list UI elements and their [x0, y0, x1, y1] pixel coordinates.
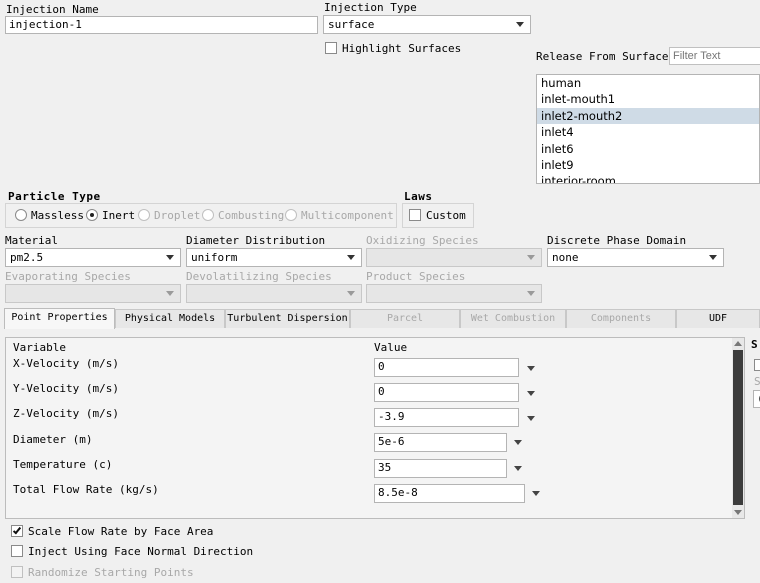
- radio-droplet[interactable]: [138, 209, 150, 221]
- filter-text-input[interactable]: [669, 47, 760, 65]
- highlight-surfaces-checkbox[interactable]: [325, 42, 337, 54]
- temperature-input[interactable]: 35: [374, 459, 507, 478]
- chevron-down-icon: [527, 255, 535, 260]
- injection-type-dropdown[interactable]: surface: [323, 15, 531, 34]
- diameter-input[interactable]: 5e-6: [374, 433, 507, 452]
- tab-physical-models[interactable]: Physical Models: [115, 309, 225, 328]
- value-header: Value: [374, 341, 408, 354]
- y-velocity-input[interactable]: 0: [374, 383, 519, 402]
- radio-massless[interactable]: [15, 209, 27, 221]
- list-item[interactable]: inlet6: [537, 141, 759, 157]
- radio-inert-label: Inert: [102, 209, 136, 222]
- highlight-surfaces-label: Highlight Surfaces: [342, 42, 462, 55]
- randomize-starting-label: Randomize Starting Points: [28, 566, 194, 579]
- injection-name-label: Injection Name: [6, 3, 99, 16]
- evaporating-species-label: Evaporating Species: [5, 270, 131, 283]
- product-species-dropdown[interactable]: [366, 284, 542, 303]
- inject-face-normal-label: Inject Using Face Normal Direction: [28, 545, 254, 558]
- tab-parcel[interactable]: Parcel: [350, 309, 460, 328]
- discrete-phase-domain-value: none: [552, 251, 579, 264]
- discrete-phase-domain-dropdown[interactable]: none: [547, 248, 724, 267]
- panel-scrollbar[interactable]: [732, 338, 744, 518]
- tab-components[interactable]: Components: [566, 309, 676, 328]
- list-item[interactable]: inlet-mouth1: [537, 91, 759, 107]
- injection-name-input[interactable]: injection-1: [5, 16, 318, 34]
- injection-type-value: surface: [328, 18, 375, 31]
- scale-flow-rate-label: Scale Flow Rate by Face Area: [28, 525, 214, 538]
- chevron-down-icon: [166, 255, 174, 260]
- list-item[interactable]: interior-room: [537, 173, 759, 183]
- parameter-dropdown-icon[interactable]: [527, 416, 535, 421]
- chevron-down-icon: [347, 291, 355, 296]
- product-species-label: Product Species: [366, 270, 466, 283]
- inject-face-normal-checkbox[interactable]: [11, 545, 23, 557]
- parameter-dropdown-icon[interactable]: [514, 440, 522, 445]
- radio-multicomponent[interactable]: [285, 209, 297, 221]
- chevron-down-icon: [166, 291, 174, 296]
- total-flow-rate-input[interactable]: 8.5e-8: [374, 484, 525, 503]
- radio-droplet-label: Droplet: [154, 209, 201, 222]
- custom-laws-label: Custom: [426, 209, 466, 222]
- tab-point-properties[interactable]: Point Properties: [4, 308, 115, 329]
- check-icon: [12, 525, 22, 535]
- side-panel-sublabel: S: [754, 375, 760, 388]
- randomize-starting-checkbox[interactable]: [11, 566, 23, 578]
- devolatilizing-species-dropdown[interactable]: [186, 284, 362, 303]
- diameter-distribution-dropdown[interactable]: uniform: [186, 248, 362, 267]
- list-item[interactable]: inlet9: [537, 157, 759, 173]
- material-label: Material: [5, 234, 58, 247]
- radio-massless-label: Massless: [31, 209, 84, 222]
- variable-header: Variable: [13, 341, 66, 354]
- row-label-diameter: Diameter (m): [13, 433, 93, 446]
- row-label-x-velocity: X-Velocity (m/s): [13, 357, 119, 370]
- material-value: pm2.5: [10, 251, 44, 264]
- material-dropdown[interactable]: pm2.5: [5, 248, 181, 267]
- chevron-down-icon: [516, 22, 524, 27]
- side-panel-input[interactable]: (: [753, 390, 760, 408]
- radio-inert[interactable]: [86, 209, 98, 221]
- injection-type-label: Injection Type: [324, 1, 417, 14]
- discrete-phase-domain-label: Discrete Phase Domain: [547, 234, 687, 247]
- diameter-distribution-label: Diameter Distribution: [186, 234, 326, 247]
- tab-udf[interactable]: UDF: [676, 309, 760, 328]
- tab-wet-combustion[interactable]: Wet Combustion: [460, 309, 566, 328]
- diameter-distribution-value: uniform: [191, 251, 238, 264]
- row-label-temperature: Temperature (c): [13, 458, 113, 471]
- chevron-down-icon: [709, 255, 717, 260]
- parameter-dropdown-icon[interactable]: [532, 491, 540, 496]
- scroll-down-icon[interactable]: [734, 510, 742, 515]
- evaporating-species-dropdown[interactable]: [5, 284, 181, 303]
- chevron-down-icon: [527, 291, 535, 296]
- particle-type-label: Particle Type: [8, 190, 101, 203]
- radio-combusting-label: Combusting: [218, 209, 285, 222]
- radio-combusting[interactable]: [202, 209, 214, 221]
- laws-label: Laws: [404, 190, 433, 203]
- devolatilizing-species-label: Devolatilizing Species: [186, 270, 332, 283]
- x-velocity-input[interactable]: 0: [374, 358, 519, 377]
- chevron-down-icon: [347, 255, 355, 260]
- side-panel-checkbox[interactable]: [754, 359, 760, 371]
- radio-multicomponent-label: Multicomponent: [301, 209, 394, 222]
- list-item[interactable]: human: [537, 75, 759, 91]
- tab-bar: Point Properties Physical Models Turbule…: [4, 308, 760, 329]
- row-label-z-velocity: Z-Velocity (m/s): [13, 407, 119, 420]
- list-item[interactable]: inlet4: [537, 124, 759, 140]
- release-from-surfaces-label: Release From Surfaces: [536, 50, 676, 63]
- scroll-up-icon[interactable]: [734, 341, 742, 346]
- custom-laws-checkbox[interactable]: [409, 209, 421, 221]
- oxidizing-species-label: Oxidizing Species: [366, 234, 479, 247]
- surfaces-listbox[interactable]: human inlet-mouth1 inlet2-mouth2 inlet4 …: [536, 74, 760, 184]
- row-label-y-velocity: Y-Velocity (m/s): [13, 382, 119, 395]
- parameter-dropdown-icon[interactable]: [527, 366, 535, 371]
- tab-turbulent-dispersion[interactable]: Turbulent Dispersion: [225, 309, 350, 328]
- side-panel-title: S: [751, 338, 759, 351]
- row-label-total-flow-rate: Total Flow Rate (kg/s): [13, 483, 159, 496]
- scrollbar-thumb[interactable]: [733, 350, 743, 505]
- parameter-dropdown-icon[interactable]: [514, 466, 522, 471]
- list-item-selected[interactable]: inlet2-mouth2: [537, 107, 759, 125]
- oxidizing-species-dropdown[interactable]: [366, 248, 542, 267]
- scale-flow-rate-checkbox[interactable]: [11, 525, 23, 537]
- parameter-dropdown-icon[interactable]: [527, 391, 535, 396]
- z-velocity-input[interactable]: -3.9: [374, 408, 519, 427]
